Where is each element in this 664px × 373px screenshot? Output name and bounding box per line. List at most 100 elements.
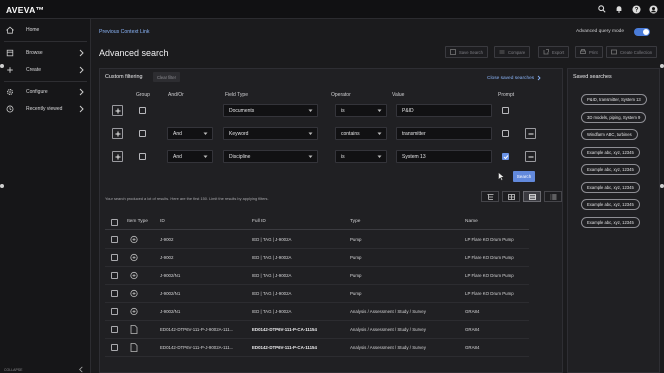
cell-type: Pump [350,237,362,242]
view-list-button[interactable] [544,191,562,202]
column-type[interactable]: Type [350,219,360,224]
saved-search-pill[interactable]: Example abc, xyz, 12345 [581,199,640,210]
sidebar-item-home[interactable]: Home [0,23,91,37]
saved-search-pill[interactable]: Windfarm ABC, turbines [581,129,638,140]
operator-select[interactable]: contains [335,127,387,140]
search-panel: Custom filtering Clear filter Close save… [99,68,563,373]
row-checkbox[interactable] [111,290,118,297]
table-row[interactable]: J-9002 IED | TAG | J-9002A Pump LP Flare KO… [105,249,529,267]
chevron-right-icon [79,88,84,96]
dropdown-icon [203,155,208,158]
column-item-type[interactable]: Item Type [127,219,148,224]
export-button[interactable]: Export [538,46,570,58]
cell-id: J-9002 [160,237,174,242]
header-andor: And/Or [168,92,184,98]
dropdown-icon [308,155,313,158]
saved-search-pill[interactable]: Example abc, xyz, 12345 [581,146,640,158]
sidebar-item-browse[interactable]: Browse [0,46,91,60]
prompt-checkbox[interactable] [502,130,509,137]
compare-button[interactable]: Compare [494,46,531,58]
table-row[interactable]: J-9002/N1 IED | TAG | J-9002A Pump LP Flare… [105,267,529,285]
select-all-checkbox[interactable] [111,219,118,226]
operator-select[interactable]: is [335,104,387,117]
advanced-query-mode-toggle[interactable] [634,28,650,36]
column-name[interactable]: Name [465,219,478,224]
header-value: Value [392,92,405,98]
prompt-checkbox[interactable] [502,107,509,114]
saved-search-pill[interactable]: Example abc, xyz, 12345 [581,164,640,175]
user-icon[interactable] [648,4,658,14]
column-id[interactable]: ID [160,219,165,224]
add-row-button[interactable] [112,151,123,162]
saved-search-pill[interactable]: Example abc, xyz, 12345 [581,216,640,228]
sidebar-item-create[interactable]: Create [0,63,91,77]
sidebar-item-recently-viewed[interactable]: Recently viewed [0,102,91,116]
table-view-icon [528,193,536,200]
cell-type: Analysis / Assessment / Study / Survey [350,309,426,314]
sidebar-item-label: Create [26,67,42,73]
remove-row-button[interactable] [525,151,536,162]
column-full-id[interactable]: Full ID [252,219,266,224]
table-row[interactable]: ED0142-DTP6V-111-P-J-9002A-111... ED0142-… [105,339,529,357]
help-icon[interactable]: ? [631,4,641,14]
add-row-button[interactable] [112,128,123,139]
view-grid-button[interactable] [502,191,520,202]
clear-filter-button[interactable]: Clear filter [153,72,180,82]
bell-icon[interactable] [614,4,624,14]
tag-icon [130,271,138,280]
header-operator: Operator [331,92,351,98]
saved-search-pill[interactable]: 3D models, piping, System 9 [581,111,647,123]
minus-icon [528,156,533,157]
view-table-button[interactable] [523,191,541,202]
row-checkbox[interactable] [111,254,118,261]
row-checkbox[interactable] [111,236,118,243]
chevron-right-icon [79,49,84,57]
create-collection-button[interactable]: Create Collection [606,46,658,58]
edge-handle [660,184,664,188]
search-button[interactable]: Search [513,171,535,182]
view-tree-button[interactable] [481,191,499,202]
export-label: Export [552,49,565,55]
search-icon[interactable] [597,4,607,14]
row-checkbox[interactable] [111,272,118,279]
table-row[interactable]: J-9002 IED | TAG | J-9002A Pump LP Flare KO… [105,231,529,249]
prompt-checkbox-checked[interactable] [502,153,509,160]
header-prompt: Prompt [498,92,515,98]
value-input[interactable]: transmitter [396,127,492,140]
sidebar-item-configure[interactable]: Configure [0,85,91,99]
table-row[interactable]: J-9002/N1 IED | TAG | J-9002A Analysis / A… [105,303,529,321]
group-checkbox[interactable] [139,153,146,160]
value-input[interactable]: System 13 [396,150,492,163]
tag-icon [130,235,138,244]
chevron-left-icon[interactable] [78,366,84,373]
dropdown-icon [308,132,313,135]
collapse-label[interactable]: COLLAPSE [4,368,22,372]
close-saved-searches-link[interactable]: Close saved searches [487,75,541,81]
field-type-select[interactable]: Keyword [223,127,318,140]
row-checkbox[interactable] [111,326,118,333]
operator-select[interactable]: is [335,150,387,163]
plus-icon [115,108,120,113]
andor-select[interactable]: And [167,127,213,140]
saved-search-pill[interactable]: Example abc, xyz, 12345 [581,181,640,193]
row-checkbox[interactable] [111,344,118,351]
field-type-select[interactable]: Documents [223,104,318,117]
group-checkbox[interactable] [139,107,146,114]
previous-context-link[interactable]: Previous Context Link [99,29,149,35]
group-checkbox[interactable] [139,130,146,137]
sidebar-item-label: Home [26,27,40,33]
andor-select[interactable]: And [167,150,213,163]
remove-row-button[interactable] [525,128,536,139]
row-checkbox[interactable] [111,308,118,315]
grid-view-icon [507,193,515,200]
table-row[interactable]: J-9002/N1 IED | TAG | J-9002A Pump LP Flare… [105,285,529,303]
saved-search-pill[interactable]: P&ID, transmitter, System 13 [581,94,647,105]
table-row[interactable]: ED0142-DTP6V-111-P-J-9002A-111... ED0142-… [105,321,529,339]
save-search-button[interactable]: Save Search [445,46,488,58]
add-row-button[interactable] [112,105,123,116]
field-type-select[interactable]: Discipline [223,150,318,163]
value-input[interactable]: P&ID [396,104,492,117]
operator-value: is [341,153,345,160]
print-button[interactable]: Print [575,46,603,58]
minus-icon [528,133,533,134]
